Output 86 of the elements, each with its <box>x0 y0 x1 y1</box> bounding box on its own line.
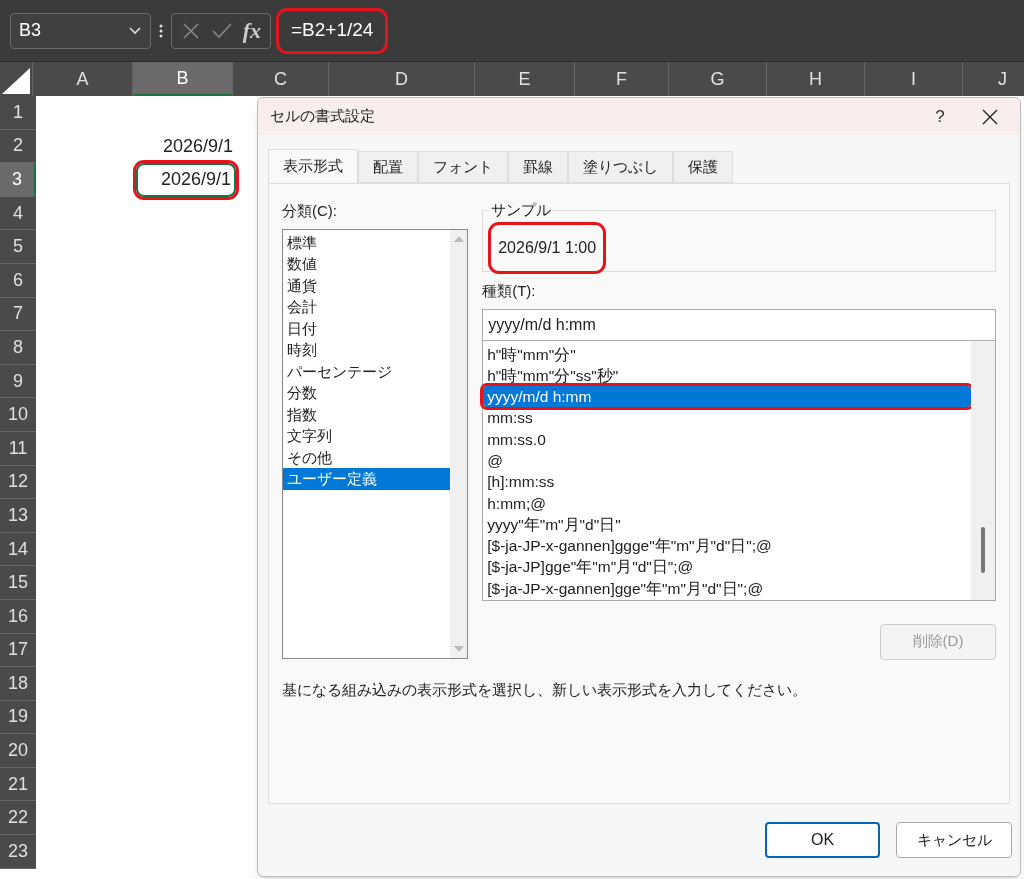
close-icon[interactable] <box>180 20 201 41</box>
format-item[interactable]: yyyy/m/d h:mm <box>483 386 971 408</box>
tab[interactable]: 表示形式 <box>268 149 358 183</box>
row-header[interactable]: 6 <box>0 263 36 298</box>
format-item[interactable]: [$-ja-JP-x-gannen]ggge"年"m"月"d"日";@ <box>483 535 971 557</box>
type-label: 種類(T): <box>482 281 537 301</box>
category-list[interactable]: 標準 数値 通貨 会計 日付 時刻 パーセンテージ 分数 指数 文字列 その他 ユーザー定義 <box>282 228 469 659</box>
description-text: 基になる組み込みの表示形式を選択し、新しい表示形式を入力してください。 <box>282 680 808 700</box>
column-header[interactable]: J <box>963 62 1024 96</box>
tab[interactable]: 保護 <box>673 151 733 183</box>
function-button[interactable]: fx <box>242 14 262 47</box>
category-item[interactable]: 通貨 <box>283 274 451 296</box>
format-item[interactable]: [$-ja-JP-x-gannen]gge"年"m"月"d"日";@ <box>483 577 971 600</box>
row-header[interactable]: 8 <box>0 331 36 365</box>
select-all-icon[interactable] <box>2 68 30 94</box>
type-input-field[interactable]: yyyy/m/d h:mm <box>482 308 996 341</box>
sample-label: サンプル <box>490 200 553 220</box>
row-header[interactable]: 9 <box>0 364 36 399</box>
dialog-title: セルの書式設定 <box>270 106 376 127</box>
format-item[interactable]: @ <box>483 450 971 472</box>
category-item[interactable]: 会計 <box>283 296 451 318</box>
row-header[interactable]: 10 <box>0 398 36 432</box>
row-header[interactable]: 23 <box>0 835 36 869</box>
cell[interactable]: 2026/9/1 <box>136 129 236 164</box>
row-header[interactable]: 18 <box>0 667 36 701</box>
category-item[interactable]: 分数 <box>283 382 451 404</box>
format-item[interactable]: h"時"mm"分" <box>483 343 971 365</box>
format-item[interactable]: h:mm;@ <box>483 492 971 514</box>
category-item[interactable]: 日付 <box>283 317 451 339</box>
format-item[interactable]: mm:ss.0 <box>483 428 971 450</box>
row-header[interactable]: 1 <box>0 96 36 130</box>
row-header[interactable]: 11 <box>0 431 36 466</box>
category-item[interactable]: 指数 <box>283 403 451 425</box>
cancel-button[interactable]: キャンセル <box>896 822 1012 858</box>
chevron-down-icon <box>128 25 142 36</box>
formula-field[interactable]: =B2+1/24 <box>279 10 386 51</box>
row-header[interactable]: 14 <box>0 532 36 567</box>
format-item[interactable]: yyyy"年"m"月"d"日" <box>483 513 971 536</box>
tab[interactable]: 塗りつぶし <box>568 151 673 183</box>
tab[interactable]: 配置 <box>358 151 418 183</box>
column-header[interactable]: I <box>865 62 963 96</box>
ok-button[interactable]: OK <box>765 822 880 858</box>
row-header[interactable]: 13 <box>0 499 36 533</box>
row-header[interactable]: 2 <box>0 129 36 164</box>
sample-value: 2026/9/1 1:00 <box>491 225 604 271</box>
help-button[interactable]: ? <box>920 103 960 130</box>
row-header[interactable]: 16 <box>0 599 36 634</box>
row-header[interactable]: 5 <box>0 230 36 264</box>
row-header[interactable]: 17 <box>0 633 36 668</box>
category-item[interactable]: 標準 <box>283 231 451 253</box>
category-item[interactable]: 文字列 <box>283 425 451 447</box>
column-header[interactable]: B <box>133 62 233 96</box>
column-header[interactable]: C <box>233 62 329 96</box>
row-header[interactable]: 20 <box>0 734 36 768</box>
row-header[interactable]: 21 <box>0 767 36 802</box>
category-item[interactable]: ユーザー定義 <box>283 468 451 490</box>
category-item[interactable]: その他 <box>283 446 451 468</box>
row-header[interactable]: 7 <box>0 297 36 332</box>
scrollbar-thumb[interactable] <box>981 526 985 573</box>
cell[interactable]: 2026/9/1 <box>136 163 236 197</box>
column-header[interactable]: E <box>475 62 575 96</box>
name-box[interactable]: B3 <box>10 12 151 49</box>
column-header[interactable]: H <box>767 62 865 96</box>
row-header[interactable]: 22 <box>0 801 36 836</box>
category-item[interactable]: 時刻 <box>283 339 451 361</box>
column-header[interactable]: D <box>329 62 475 96</box>
format-item[interactable]: [$-ja-JP]gge"年"m"月"d"日";@ <box>483 556 971 578</box>
close-icon <box>982 108 998 125</box>
category-item[interactable]: パーセンテージ <box>283 360 451 382</box>
tab[interactable]: 罫線 <box>508 151 568 183</box>
category-item[interactable]: 数値 <box>283 253 451 275</box>
category-label: 分類(C): <box>282 201 338 221</box>
row-header[interactable]: 12 <box>0 465 36 500</box>
column-header[interactable]: G <box>669 62 767 96</box>
row-header[interactable]: 4 <box>0 196 36 231</box>
format-list[interactable]: h"時"mm"分" h"時"mm"分"ss"秒" yyyy/m/d h:mm mm:ss mm:ss.0 @ [h]:mm:ss h:mm;@ yyyy"年"m"月"d"日" [$-ja-JP-x-gannen]ggge"年"m"月"d"日";@ [$-ja-JP]gge"年"m"月"d"日";@ [$-ja-JP-x-gannen]gge"年"m"月"d"日";@ <box>482 340 996 601</box>
row-header[interactable]: 19 <box>0 700 36 735</box>
format-item[interactable]: [h]:mm:ss <box>483 471 971 493</box>
check-icon[interactable] <box>210 21 233 40</box>
tab[interactable]: フォント <box>418 151 508 183</box>
column-header[interactable]: F <box>575 62 669 96</box>
format-item[interactable]: h"時"mm"分"ss"秒" <box>483 364 971 387</box>
row-header[interactable]: 3 <box>0 163 36 197</box>
more-icon[interactable] <box>159 22 163 39</box>
row-header[interactable]: 15 <box>0 566 36 600</box>
format-item[interactable]: mm:ss <box>483 407 971 429</box>
